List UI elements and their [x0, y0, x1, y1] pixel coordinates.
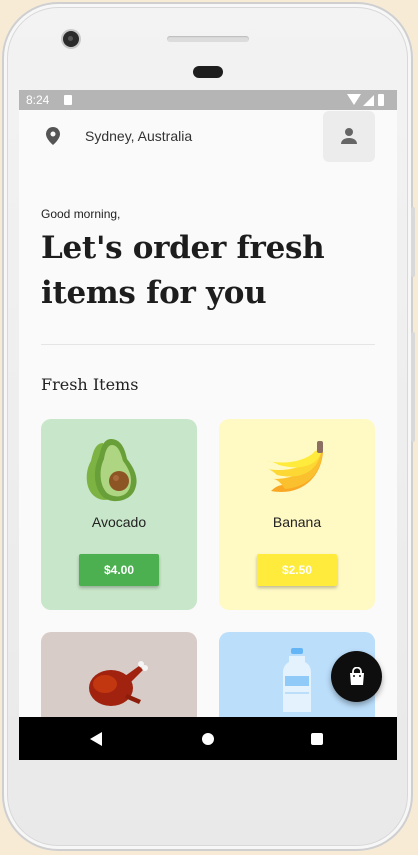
divider: [41, 344, 375, 345]
section-title: Fresh Items: [41, 375, 139, 394]
location-label[interactable]: Sydney, Australia: [85, 128, 192, 144]
item-name: Avocado: [91, 514, 147, 530]
page-headline: Let's order fresh items for you: [41, 230, 325, 311]
price-button[interactable]: $4.00: [79, 554, 159, 586]
avocado-icon: [86, 439, 137, 502]
wifi-icon: [347, 94, 361, 105]
location-pin-icon[interactable]: [46, 127, 60, 145]
status-bar: 8:24: [19, 90, 397, 110]
shopping-bag-icon: [350, 667, 364, 685]
home-icon[interactable]: [202, 733, 214, 745]
signal-icon: [363, 95, 374, 106]
item-card-avocado[interactable]: Avocado $4.00: [41, 419, 197, 610]
main-content: Sydney, Australia Good morning, Let's or…: [19, 110, 397, 760]
android-nav-bar: [19, 717, 397, 760]
banana-icon: [267, 441, 323, 492]
status-time: 8:24: [26, 93, 50, 107]
status-icons: [347, 94, 389, 106]
power-button: [411, 207, 415, 277]
greeting-text: Good morning,: [41, 207, 121, 221]
battery-icon: [378, 94, 384, 106]
profile-button[interactable]: [323, 111, 375, 162]
app-screen: 8:24 Sydney, Australia Good morning, Let…: [19, 90, 397, 760]
recent-apps-icon[interactable]: [311, 733, 323, 745]
price-button[interactable]: $2.50: [257, 554, 337, 586]
back-icon[interactable]: [90, 732, 102, 746]
phone-frame: 8:24 Sydney, Australia Good morning, Let…: [2, 2, 415, 851]
volume-button: [411, 332, 415, 442]
person-icon: [341, 128, 357, 144]
sd-card-icon: [64, 95, 72, 105]
item-card-banana[interactable]: Banana $2.50: [219, 419, 375, 610]
chicken-icon: [89, 661, 148, 706]
cart-button[interactable]: [331, 651, 382, 702]
proximity-sensor: [193, 66, 223, 78]
item-name: Banana: [272, 514, 322, 530]
front-camera: [63, 31, 79, 47]
earpiece-speaker: [167, 36, 249, 42]
